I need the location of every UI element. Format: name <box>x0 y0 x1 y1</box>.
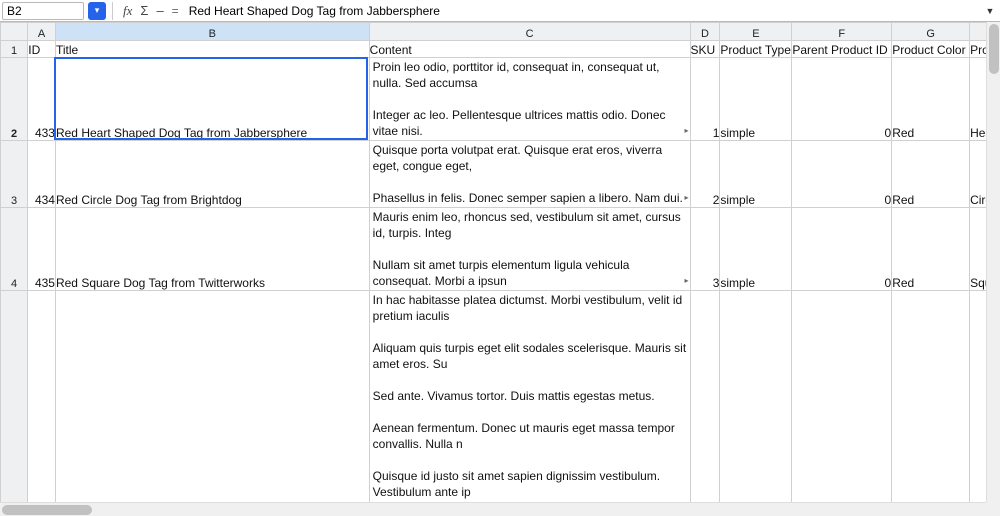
cell-E1[interactable]: Product Type <box>720 41 792 58</box>
cell-F4[interactable]: 0 <box>792 208 892 291</box>
cell-C2[interactable]: Proin leo odio, porttitor id, consequat … <box>369 58 690 141</box>
cell-F2[interactable]: 0 <box>792 58 892 141</box>
chevron-down-icon: ▾ <box>95 5 100 16</box>
cell-reference-dropdown[interactable]: ▾ <box>88 2 106 20</box>
cell-C3[interactable]: Quisque porta volutpat erat. Quisque era… <box>369 141 690 208</box>
sum-button[interactable]: Σ <box>136 3 152 18</box>
cell-C5[interactable]: In hac habitasse platea dictumst. Morbi … <box>369 291 690 503</box>
function-wizard-button[interactable]: fx <box>119 3 136 19</box>
cell-D1[interactable]: SKU <box>690 41 720 58</box>
cell-E4[interactable]: simple <box>720 208 792 291</box>
formula-bar: B2 ▾ fx Σ – = Red Heart Shaped Dog Tag f… <box>0 0 1000 22</box>
overflow-indicator-icon: ▸ <box>685 190 689 206</box>
column-header-F[interactable]: F <box>792 23 892 41</box>
cell-C4[interactable]: Mauris enim leo, rhoncus sed, vestibulum… <box>369 208 690 291</box>
cell-B4[interactable]: Red Square Dog Tag from Twitterworks <box>55 208 369 291</box>
cell-A4[interactable]: 435 <box>28 208 56 291</box>
row-header-5[interactable]: 5 <box>1 291 28 503</box>
cell-B5[interactable]: Red Oval Dog Tag from Fivespan <box>55 291 369 503</box>
cell-F1[interactable]: Parent Product ID <box>792 41 892 58</box>
overflow-indicator-icon: ▸ <box>685 123 689 139</box>
horizontal-scrollbar-thumb[interactable] <box>2 505 92 515</box>
formula-input[interactable]: Red Heart Shaped Dog Tag from Jabbersphe… <box>183 4 982 18</box>
horizontal-scrollbar[interactable] <box>0 502 986 516</box>
cell-G3[interactable]: Red <box>892 141 970 208</box>
equals-label: = <box>168 4 183 18</box>
cell-G5[interactable]: Red <box>892 291 970 503</box>
row-header-1[interactable]: 1 <box>1 41 28 58</box>
cell-D4[interactable]: 3 <box>690 208 720 291</box>
column-header-C[interactable]: C <box>369 23 690 41</box>
formula-bar-expand-icon[interactable]: ▼ <box>982 6 998 16</box>
cell-D3[interactable]: 2 <box>690 141 720 208</box>
column-header-A[interactable]: A <box>28 23 56 41</box>
cell-F5[interactable]: 0 <box>792 291 892 503</box>
cell-G2[interactable]: Red <box>892 58 970 141</box>
cell-reference-value: B2 <box>7 4 22 18</box>
cell-A1[interactable]: ID <box>28 41 56 58</box>
cell-E5[interactable]: simple <box>720 291 792 503</box>
cell-G1[interactable]: Product Color <box>892 41 970 58</box>
separator <box>112 2 113 20</box>
cell-A2[interactable]: 433 <box>28 58 56 141</box>
dash-button[interactable]: – <box>152 3 167 18</box>
vertical-scrollbar[interactable] <box>986 22 1000 502</box>
cell-B3[interactable]: Red Circle Dog Tag from Brightdog <box>55 141 369 208</box>
cell-D2[interactable]: 1 <box>690 58 720 141</box>
row-header-4[interactable]: 4 <box>1 208 28 291</box>
cell-D5[interactable]: 4 <box>690 291 720 503</box>
cell-C1[interactable]: Content <box>369 41 690 58</box>
column-header-E[interactable]: E <box>720 23 792 41</box>
cell-F3[interactable]: 0 <box>792 141 892 208</box>
column-header-B[interactable]: B <box>55 23 369 41</box>
select-all-corner[interactable] <box>1 23 28 41</box>
column-header-D[interactable]: D <box>690 23 720 41</box>
cell-E3[interactable]: simple <box>720 141 792 208</box>
cell-A3[interactable]: 434 <box>28 141 56 208</box>
cell-B2[interactable]: Red Heart Shaped Dog Tag from Jabbersphe… <box>55 58 369 141</box>
row-header-3[interactable]: 3 <box>1 141 28 208</box>
overflow-indicator-icon: ▸ <box>685 273 689 289</box>
cell-B1[interactable]: Title <box>55 41 369 58</box>
cell-A5[interactable]: 436 <box>28 291 56 503</box>
vertical-scrollbar-thumb[interactable] <box>989 24 999 74</box>
cell-reference-input[interactable]: B2 <box>2 2 84 20</box>
spreadsheet-grid[interactable]: ABCDEFG1IDTitleContentSKUProduct TypePar… <box>0 22 1000 502</box>
column-header-G[interactable]: G <box>892 23 970 41</box>
row-header-2[interactable]: 2 <box>1 58 28 141</box>
scrollbar-corner <box>986 502 1000 516</box>
cell-E2[interactable]: simple <box>720 58 792 141</box>
cell-G4[interactable]: Red <box>892 208 970 291</box>
